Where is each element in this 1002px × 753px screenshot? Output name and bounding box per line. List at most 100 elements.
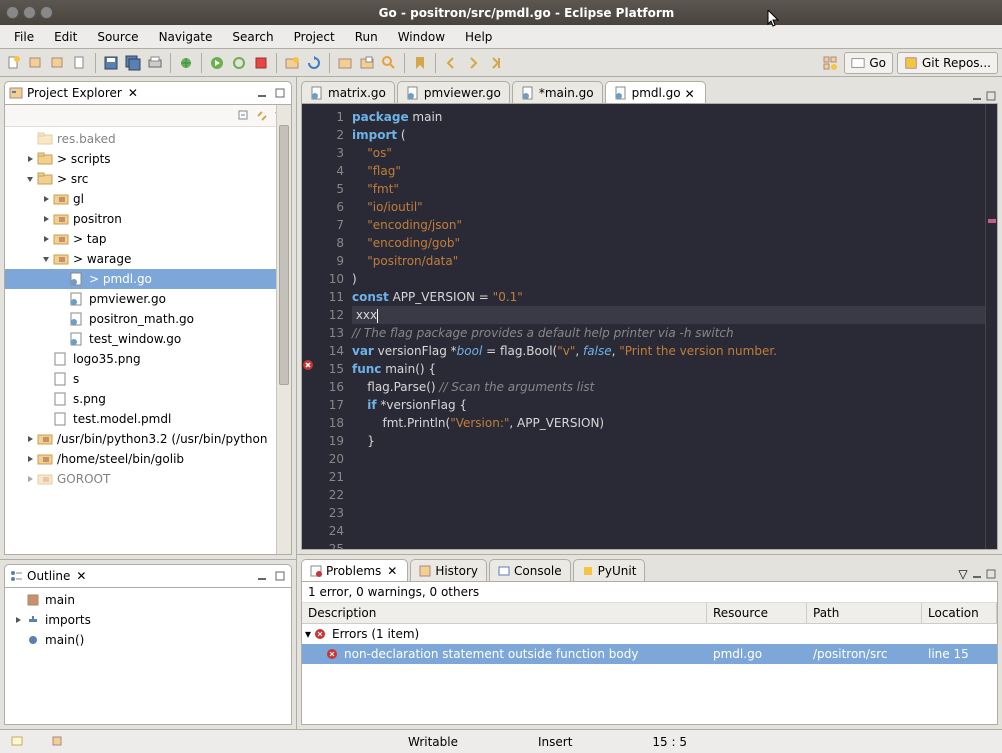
outline-item[interactable]: main() <box>5 630 291 650</box>
refresh-button[interactable] <box>304 53 324 73</box>
scrollbar-vertical[interactable] <box>276 105 291 554</box>
tree-item[interactable]: > src <box>5 169 291 189</box>
debug-run-button[interactable] <box>229 53 249 73</box>
minimize-view-icon[interactable] <box>255 569 269 583</box>
new-module-button[interactable] <box>26 53 46 73</box>
maximize-window-button[interactable] <box>40 6 53 19</box>
bottom-tab-row: Problems✕ History Console PyUnit ▽ <box>301 559 998 581</box>
tab-problems[interactable]: Problems✕ <box>301 559 408 581</box>
code-editor[interactable]: 1234567891011121314151617181920212223242… <box>301 103 998 550</box>
new-package-button[interactable] <box>48 53 68 73</box>
maximize-view-icon[interactable] <box>984 567 998 581</box>
last-edit-button[interactable] <box>485 53 505 73</box>
tree-item[interactable]: > scripts <box>5 149 291 169</box>
perspective-go[interactable]: Go <box>844 52 893 74</box>
menu-file[interactable]: File <box>6 27 42 47</box>
minimize-window-button[interactable] <box>23 6 36 19</box>
link-editor-icon[interactable] <box>255 109 269 123</box>
problems-header: Description Resource Path Location <box>302 603 997 624</box>
minimize-view-icon[interactable] <box>255 86 269 100</box>
prev-edit-button[interactable] <box>441 53 461 73</box>
show-tooltip-icon[interactable] <box>8 732 28 752</box>
tree-item[interactable]: positron_math.go <box>5 309 291 329</box>
tree-item[interactable]: GOROOT <box>5 469 291 489</box>
maximize-view-icon[interactable] <box>273 86 287 100</box>
editor-tab[interactable]: pmdl.go✕ <box>605 81 706 103</box>
open-perspective-button[interactable] <box>820 53 840 73</box>
outline-item[interactable]: imports <box>5 610 291 630</box>
menu-help[interactable]: Help <box>457 27 500 47</box>
editor-tab[interactable]: *main.go <box>512 81 603 103</box>
tree-item[interactable]: > warage <box>5 249 291 269</box>
project-explorer-tab[interactable]: Project Explorer ✕ <box>4 81 292 105</box>
overview-ruler[interactable] <box>985 104 997 549</box>
tab-history[interactable]: History <box>410 559 487 581</box>
tab-pyunit[interactable]: PyUnit <box>573 559 646 581</box>
toggle-mark-button[interactable] <box>410 53 430 73</box>
tab-console[interactable]: Console <box>489 559 571 581</box>
tree-item[interactable]: > pmdl.go <box>5 269 291 289</box>
close-icon[interactable]: ✕ <box>685 87 697 99</box>
status-position: 15 : 5 <box>652 735 687 749</box>
view-menu-icon[interactable]: ▽ <box>956 567 970 581</box>
minimize-view-icon[interactable] <box>970 567 984 581</box>
close-window-button[interactable] <box>6 6 19 19</box>
problems-view: 1 error, 0 warnings, 0 others Descriptio… <box>301 581 998 725</box>
new-button[interactable] <box>4 53 24 73</box>
menu-navigate[interactable]: Navigate <box>151 27 221 47</box>
status-writable: Writable <box>408 735 458 749</box>
open-type-button[interactable] <box>357 53 377 73</box>
new-project-button[interactable] <box>282 53 302 73</box>
menu-window[interactable]: Window <box>390 27 453 47</box>
tree-item[interactable]: /home/steel/bin/golib <box>5 449 291 469</box>
tree-item[interactable]: gl <box>5 189 291 209</box>
tree-item[interactable]: logo35.png <box>5 349 291 369</box>
menu-edit[interactable]: Edit <box>46 27 85 47</box>
outline-tab[interactable]: Outline ✕ <box>4 564 292 588</box>
window-titlebar: Go - positron/src/pmdl.go - Eclipse Plat… <box>0 0 1002 25</box>
tree-item[interactable]: pmviewer.go <box>5 289 291 309</box>
go-file-icon <box>521 86 535 100</box>
minimize-editor-icon[interactable] <box>970 89 984 103</box>
close-icon[interactable]: ✕ <box>385 564 399 578</box>
tree-item[interactable]: positron <box>5 209 291 229</box>
open-button[interactable] <box>335 53 355 73</box>
debug-button[interactable] <box>176 53 196 73</box>
tree-item[interactable]: > tap <box>5 229 291 249</box>
perspective-git[interactable]: Git Repos... <box>897 52 998 74</box>
print-button[interactable] <box>145 53 165 73</box>
tree-item[interactable]: res.baked <box>5 129 291 149</box>
go-file-icon <box>310 86 324 100</box>
menu-project[interactable]: Project <box>286 27 343 47</box>
menu-search[interactable]: Search <box>224 27 281 47</box>
run-button[interactable] <box>207 53 227 73</box>
status-bar: Writable Insert 15 : 5 <box>0 729 1002 753</box>
outline-item[interactable]: main <box>5 590 291 610</box>
maximize-editor-icon[interactable] <box>984 89 998 103</box>
save-all-button[interactable] <box>123 53 143 73</box>
maximize-view-icon[interactable] <box>273 569 287 583</box>
search-button[interactable] <box>379 53 399 73</box>
close-icon[interactable]: ✕ <box>74 569 88 583</box>
close-icon[interactable]: ✕ <box>126 86 140 100</box>
next-edit-button[interactable] <box>463 53 483 73</box>
tree-item[interactable]: test_window.go <box>5 329 291 349</box>
tree-item[interactable]: s <box>5 369 291 389</box>
project-explorer-view: ▽ res.baked> scripts> srcglpositron> tap… <box>4 105 292 555</box>
tree-item[interactable]: s.png <box>5 389 291 409</box>
menu-run[interactable]: Run <box>347 27 386 47</box>
external-run-button[interactable] <box>251 53 271 73</box>
editor-tab[interactable]: matrix.go <box>301 81 395 103</box>
menu-source[interactable]: Source <box>89 27 146 47</box>
tree-item[interactable]: test.model.pmdl <box>5 409 291 429</box>
menubar: File Edit Source Navigate Search Project… <box>0 25 1002 49</box>
save-button[interactable] <box>101 53 121 73</box>
editor-tab[interactable]: pmviewer.go <box>397 81 510 103</box>
new-file-button[interactable] <box>70 53 90 73</box>
tree-item[interactable]: /usr/bin/python3.2 (/usr/bin/python <box>5 429 291 449</box>
problems-row[interactable]: non-declaration statement outside functi… <box>302 644 997 664</box>
quick-access-icon[interactable] <box>48 732 68 752</box>
collapse-all-icon[interactable] <box>237 109 251 123</box>
navigator-icon <box>9 86 23 100</box>
problems-group-row[interactable]: ▾ Errors (1 item) <box>302 624 997 644</box>
